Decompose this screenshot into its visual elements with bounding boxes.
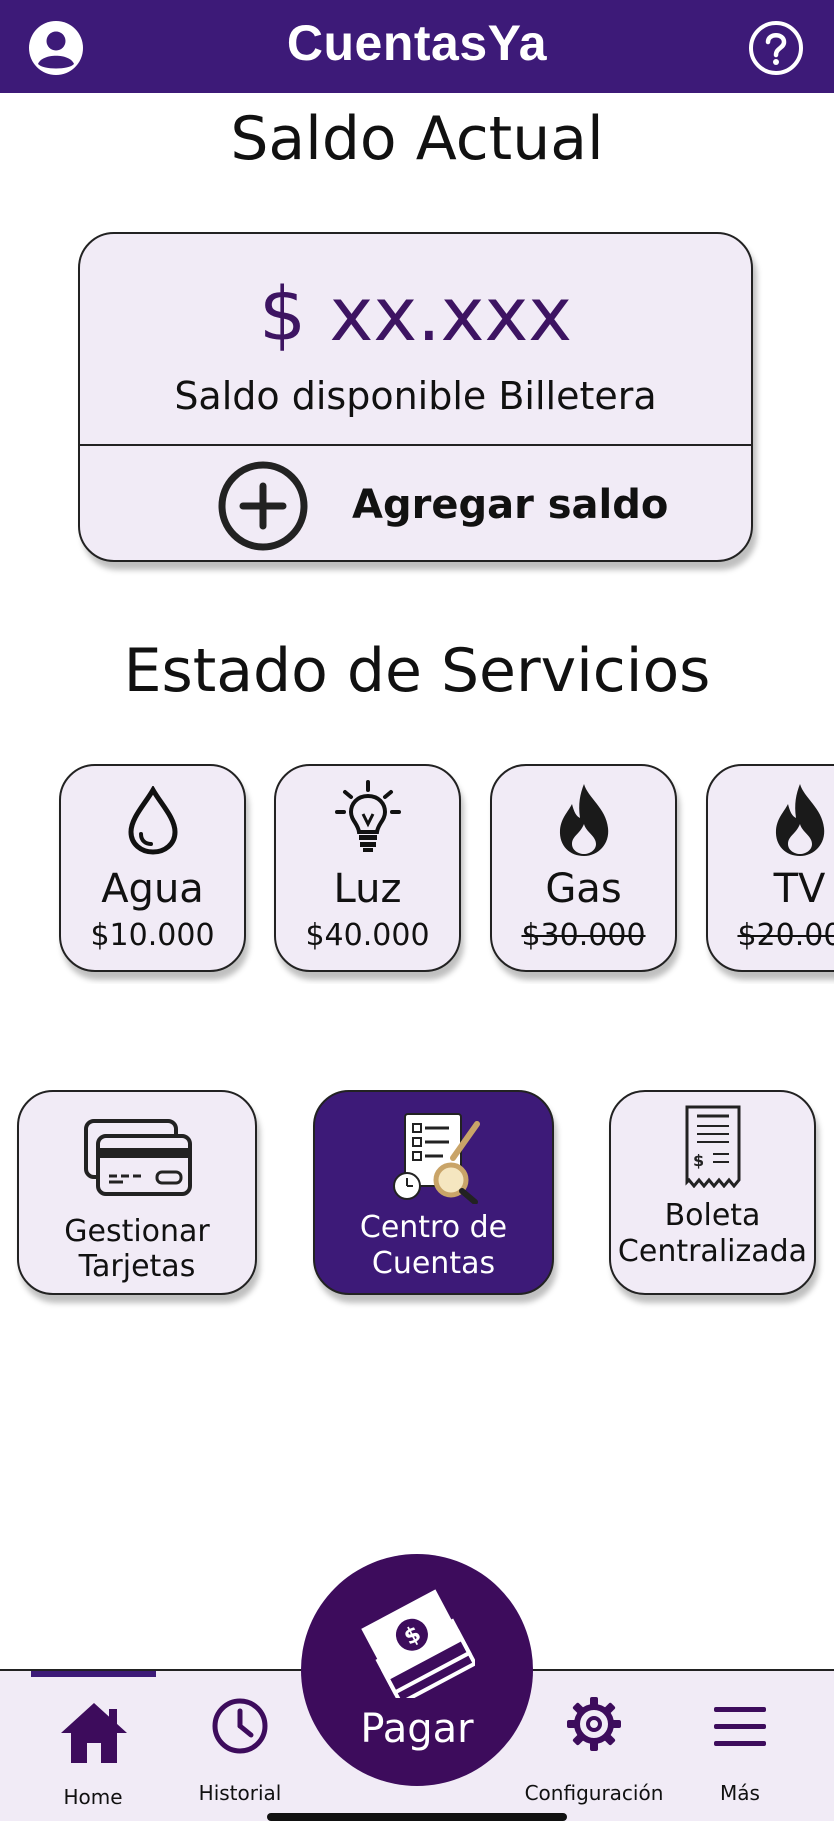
nav-more[interactable]: Más — [700, 1671, 780, 1821]
action-label: Centro de — [359, 1210, 508, 1245]
service-name: Agua — [101, 866, 204, 912]
nav-label: Configuración — [524, 1781, 664, 1805]
manage-cards-button[interactable]: Gestionar Tarjetas — [17, 1090, 257, 1295]
lightbulb-icon — [276, 780, 459, 852]
centralized-receipt-button[interactable]: $ Boleta Centralizada — [609, 1090, 816, 1295]
action-label: Boleta — [664, 1198, 761, 1233]
add-balance-button[interactable]: Agregar saldo — [80, 446, 751, 560]
nav-label: Home — [63, 1785, 123, 1809]
service-name: TV — [773, 866, 826, 912]
balance-heading: Saldo Actual — [230, 104, 604, 174]
services-heading: Estado de Servicios — [123, 636, 711, 706]
app-header: CuentasYa — [0, 0, 834, 93]
flame-icon — [492, 784, 675, 856]
service-card-electricity[interactable]: Luz $40.000 — [274, 764, 461, 972]
pay-button[interactable]: $ Pagar — [301, 1554, 533, 1786]
add-balance-label: Agregar saldo — [352, 482, 669, 528]
nav-history[interactable]: Historial — [183, 1671, 297, 1821]
svg-text:$: $ — [693, 1151, 704, 1170]
service-name: Luz — [333, 866, 402, 912]
nav-label: Historial — [198, 1781, 282, 1805]
action-label: Gestionar — [64, 1214, 210, 1249]
balance-amount: $ xx.xxx — [258, 272, 573, 358]
service-name: Gas — [545, 866, 622, 912]
nav-home[interactable]: Home — [28, 1671, 158, 1821]
money-stack-icon: $ — [359, 1582, 478, 1706]
pay-label: Pagar — [360, 1706, 474, 1752]
balance-label: Saldo disponible Billetera — [174, 374, 657, 418]
balance-card: $ xx.xxx Saldo disponible Billetera Agre… — [78, 232, 753, 562]
plus-circle-icon — [217, 460, 309, 552]
checklist-search-icon — [391, 1110, 483, 1205]
help-icon[interactable] — [748, 20, 804, 76]
service-amount-paid: $20.000 — [737, 918, 834, 953]
service-amount: $40.000 — [305, 918, 430, 953]
action-label: Centralizada — [617, 1234, 808, 1269]
service-card-water[interactable]: Agua $10.000 — [59, 764, 246, 972]
accounts-center-button[interactable]: Centro de Cuentas — [313, 1090, 554, 1295]
action-label: Tarjetas — [78, 1249, 196, 1284]
service-amount: $10.000 — [90, 918, 215, 953]
services-carousel[interactable]: Agua $10.000 Luz $40.000 Gas $30.000 TV … — [0, 764, 834, 984]
flame-icon — [708, 784, 834, 856]
water-drop-icon — [61, 784, 244, 855]
app-title: CuentasYa — [286, 15, 548, 71]
home-indicator-bar — [267, 1813, 567, 1821]
service-amount-paid: $30.000 — [521, 918, 646, 953]
service-card-gas[interactable]: Gas $30.000 — [490, 764, 677, 972]
nav-settings[interactable]: Configuración — [522, 1671, 666, 1821]
receipt-icon: $ — [683, 1104, 743, 1189]
action-label: Cuentas — [371, 1246, 496, 1281]
service-card-tv[interactable]: TV $20.000 — [706, 764, 834, 972]
clock-icon — [211, 1697, 269, 1759]
nav-label: Más — [720, 1781, 760, 1805]
credit-cards-icon — [83, 1118, 195, 1198]
home-icon — [59, 1701, 129, 1769]
menu-icon — [714, 1707, 766, 1751]
gear-icon — [565, 1695, 623, 1757]
